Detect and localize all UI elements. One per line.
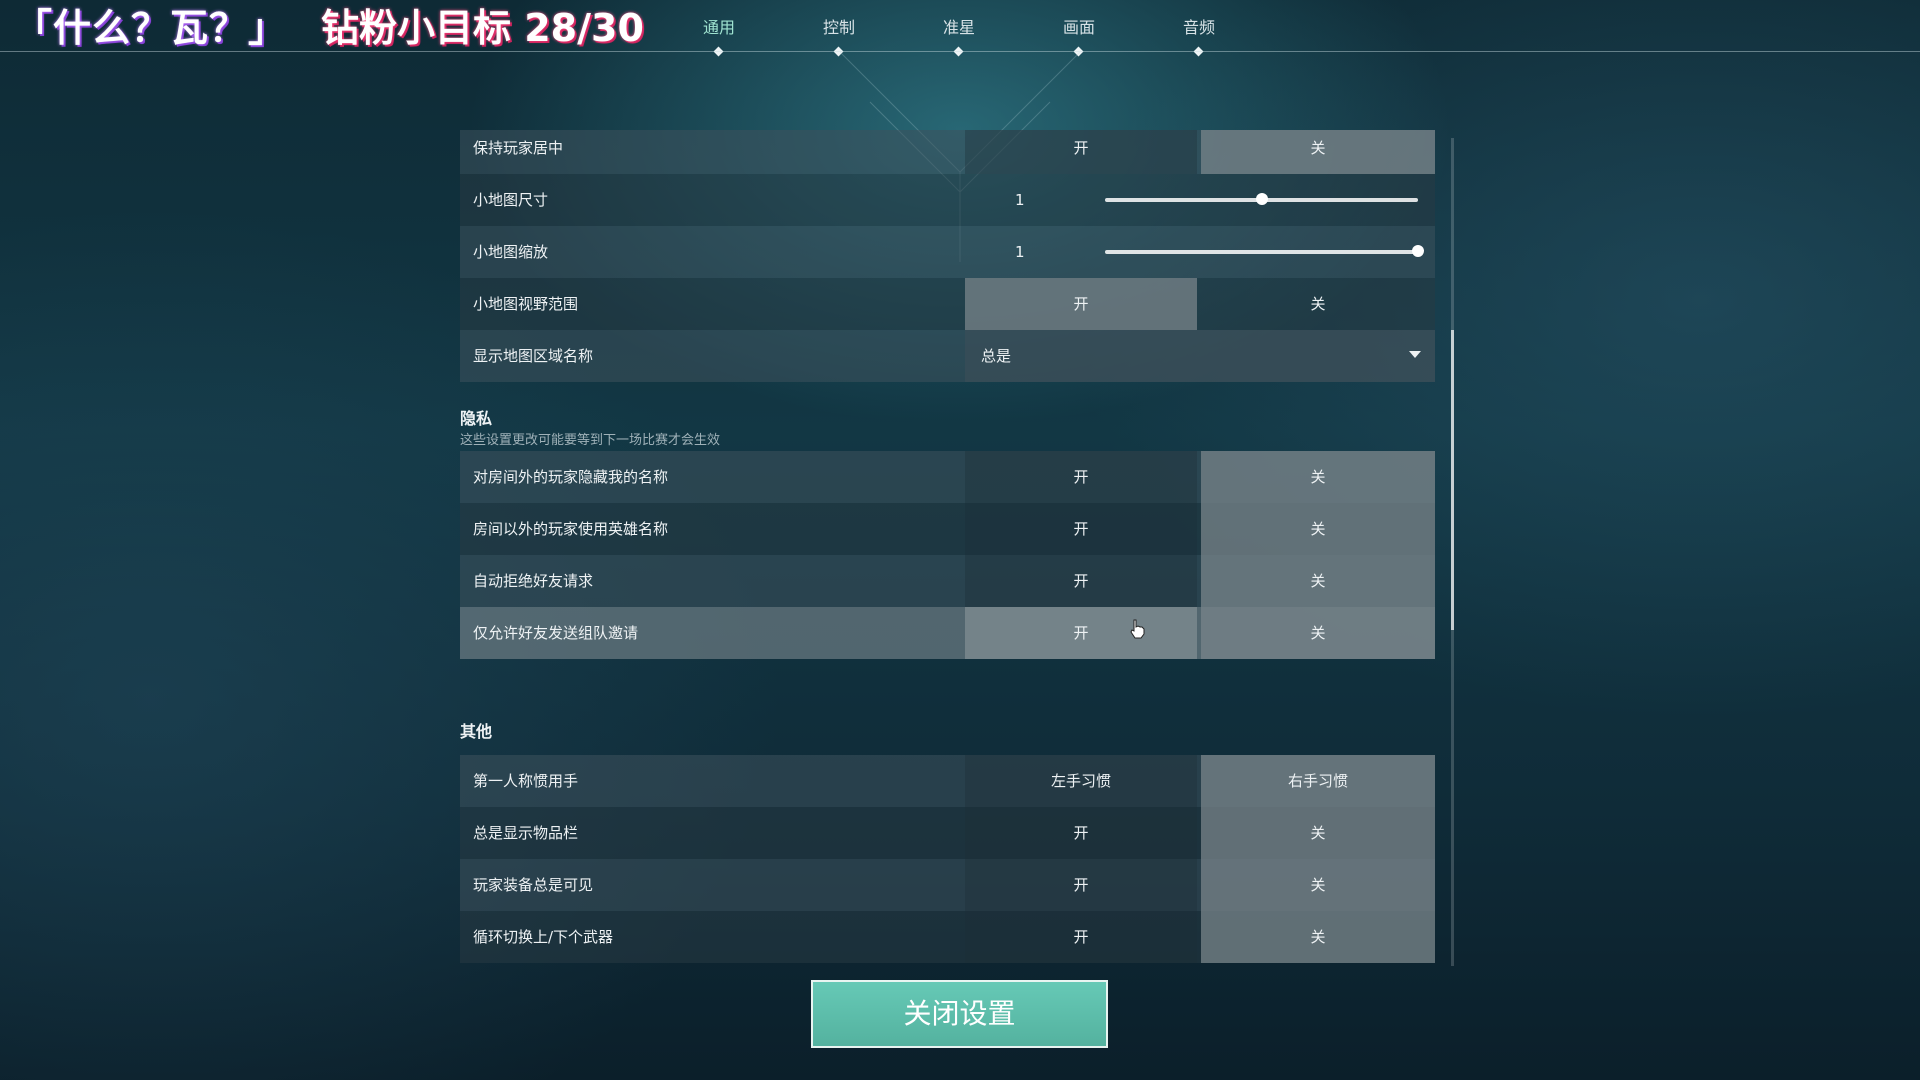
- setting-row-map-region-names: 显示地图区域名称 总是: [460, 330, 1435, 382]
- option-off[interactable]: 关: [1201, 503, 1435, 555]
- tab-label: 音频: [1182, 18, 1215, 37]
- tab-label: 画面: [1062, 18, 1095, 37]
- scrollbar-thumb[interactable]: [1451, 330, 1454, 630]
- hand-pointer-icon: [1130, 619, 1145, 639]
- setting-row-minimap-size: 小地图尺寸 1: [460, 174, 1435, 226]
- setting-label: 小地图视野范围: [473, 295, 579, 313]
- option-on[interactable]: 开: [965, 278, 1197, 330]
- option-on[interactable]: 开: [965, 451, 1197, 503]
- setting-row-friends-only-invites: 仅允许好友发送组队邀请 开 关: [460, 607, 1435, 659]
- section-title-privacy: 隐私: [460, 409, 493, 428]
- option-off[interactable]: 关: [1201, 278, 1435, 330]
- setting-label: 小地图尺寸: [473, 191, 549, 209]
- option-off[interactable]: 关: [1201, 555, 1435, 607]
- setting-row-handedness: 第一人称惯用手 左手习惯 右手习惯: [460, 755, 1435, 807]
- slider-handle[interactable]: [1412, 245, 1424, 257]
- setting-label: 保持玩家居中: [473, 139, 564, 157]
- option-off[interactable]: 关: [1201, 859, 1435, 911]
- option-off[interactable]: 关: [1201, 607, 1435, 659]
- setting-label: 自动拒绝好友请求: [473, 572, 594, 590]
- option-off[interactable]: 关: [1201, 130, 1435, 174]
- tab-label: 准星: [942, 18, 975, 37]
- option-off[interactable]: 关: [1201, 451, 1435, 503]
- privacy-note: 这些设置更改可能要等到下一场比赛才会生效: [460, 433, 721, 448]
- tab-crosshair[interactable]: 准星: [909, 14, 1009, 57]
- slider-handle[interactable]: [1255, 193, 1268, 205]
- settings-list: 保持玩家居中 开 关 小地图尺寸 1 小地图缩放 1 小地图视野范围 开 关 显…: [460, 130, 1435, 968]
- chevron-down-icon: [1409, 351, 1421, 358]
- tab-controls[interactable]: 控制: [789, 14, 889, 57]
- setting-row-minimap-vision: 小地图视野范围 开 关: [460, 278, 1435, 330]
- section-title-other: 其他: [460, 722, 493, 741]
- setting-row-hide-name: 对房间外的玩家隐藏我的名称 开 关: [460, 451, 1435, 503]
- tab-label: 通用: [702, 18, 735, 37]
- setting-label: 小地图缩放: [473, 243, 549, 261]
- setting-label: 第一人称惯用手: [473, 772, 579, 790]
- option-off[interactable]: 关: [1201, 807, 1435, 859]
- setting-label: 总是显示物品栏: [473, 824, 579, 842]
- option-on[interactable]: 开: [965, 807, 1197, 859]
- region-names-dropdown[interactable]: 总是: [965, 330, 1435, 382]
- tab-general[interactable]: 通用: [669, 14, 769, 57]
- tab-label: 控制: [822, 18, 855, 37]
- tab-audio[interactable]: 音频: [1149, 14, 1249, 57]
- setting-row-auto-decline-friends: 自动拒绝好友请求 开 关: [460, 555, 1435, 607]
- settings-tabs: 通用 控制 准星 画面 音频: [0, 0, 1920, 57]
- option-left-hand[interactable]: 左手习惯: [965, 755, 1197, 807]
- setting-label: 仅允许好友发送组队邀请: [473, 624, 639, 642]
- option-on[interactable]: 开: [965, 607, 1197, 659]
- tab-video[interactable]: 画面: [1029, 14, 1129, 57]
- slider-value: 1: [1015, 191, 1025, 209]
- setting-row-cycle-weapons: 循环切换上/下个武器 开 关: [460, 911, 1435, 963]
- option-on[interactable]: 开: [965, 555, 1197, 607]
- setting-label: 对房间外的玩家隐藏我的名称: [473, 468, 669, 486]
- option-on[interactable]: 开: [965, 130, 1197, 174]
- dropdown-value: 总是: [981, 347, 1012, 365]
- setting-row-keep-player-centered: 保持玩家居中 开 关: [460, 130, 1435, 174]
- setting-row-gear-visible: 玩家装备总是可见 开 关: [460, 859, 1435, 911]
- setting-row-show-inventory: 总是显示物品栏 开 关: [460, 807, 1435, 859]
- option-on[interactable]: 开: [965, 859, 1197, 911]
- option-on[interactable]: 开: [965, 911, 1197, 963]
- close-settings-button[interactable]: 关闭设置: [811, 980, 1108, 1048]
- slider-value: 1: [1015, 243, 1025, 261]
- setting-label: 循环切换上/下个武器: [473, 928, 614, 946]
- setting-row-minimap-zoom: 小地图缩放 1: [460, 226, 1435, 278]
- option-off[interactable]: 关: [1201, 911, 1435, 963]
- option-on[interactable]: 开: [965, 503, 1197, 555]
- option-right-hand[interactable]: 右手习惯: [1201, 755, 1435, 807]
- minimap-zoom-slider[interactable]: [1105, 250, 1418, 254]
- setting-label: 房间以外的玩家使用英雄名称: [473, 520, 669, 538]
- setting-label: 显示地图区域名称: [473, 347, 594, 365]
- setting-label: 玩家装备总是可见: [473, 876, 594, 894]
- setting-row-hero-names: 房间以外的玩家使用英雄名称 开 关: [460, 503, 1435, 555]
